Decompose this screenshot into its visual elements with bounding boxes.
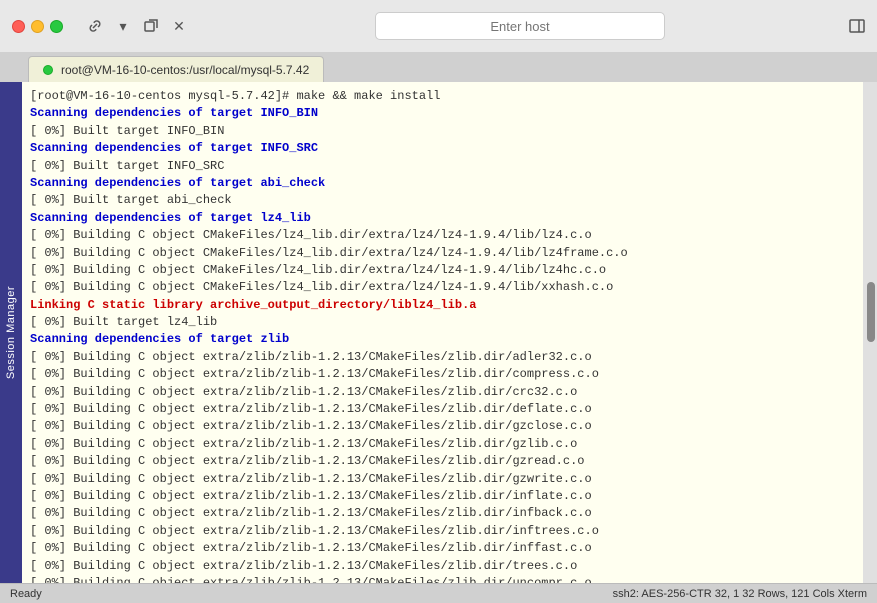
terminal-line-6: Scanning dependencies of target lz4_lib — [30, 210, 855, 227]
terminal-line-15: [ 0%] Building C object extra/zlib/zlib-… — [30, 366, 855, 383]
new-window-icon[interactable] — [139, 14, 163, 38]
scrollbar-thumb[interactable] — [867, 282, 875, 342]
minimize-button[interactable] — [31, 20, 44, 33]
main-area: Session Manager [root@VM-16-10-centos my… — [0, 82, 877, 583]
terminal-line-17: [ 0%] Building C object extra/zlib/zlib-… — [30, 401, 855, 418]
terminal-line-12: [ 0%] Built target lz4_lib — [30, 314, 855, 331]
scrollbar[interactable] — [863, 82, 877, 583]
terminal-line-14: [ 0%] Building C object extra/zlib/zlib-… — [30, 349, 855, 366]
connection-status-dot — [43, 65, 53, 75]
chevron-down-icon[interactable]: ▾ — [111, 14, 135, 38]
terminal-line-22: [ 0%] Building C object extra/zlib/zlib-… — [30, 488, 855, 505]
terminal-line-26: [ 0%] Building C object extra/zlib/zlib-… — [30, 558, 855, 575]
statusbar: Ready ssh2: AES-256-CTR 32, 1 32 Rows, 1… — [0, 583, 877, 603]
session-manager-sidebar[interactable]: Session Manager — [0, 82, 22, 583]
terminal-content: [root@VM-16-10-centos mysql-5.7.42]# mak… — [30, 88, 855, 583]
status-info: ssh2: AES-256-CTR 32, 1 32 Rows, 121 Col… — [613, 588, 867, 600]
session-manager-label: Session Manager — [5, 286, 17, 379]
titlebar: ▾ ✕ — [0, 0, 877, 52]
link-icon[interactable] — [83, 14, 107, 38]
terminal-line-21: [ 0%] Building C object extra/zlib/zlib-… — [30, 471, 855, 488]
tabbar: root@VM-16-10-centos:/usr/local/mysql-5.… — [0, 52, 877, 82]
close-button[interactable] — [12, 20, 25, 33]
host-input[interactable] — [375, 12, 665, 40]
terminal-line-8: [ 0%] Building C object CMakeFiles/lz4_l… — [30, 245, 855, 262]
terminal-tab[interactable]: root@VM-16-10-centos:/usr/local/mysql-5.… — [28, 56, 324, 82]
terminal-line-5: [ 0%] Built target abi_check — [30, 192, 855, 209]
terminal-line-18: [ 0%] Building C object extra/zlib/zlib-… — [30, 418, 855, 435]
terminal-prompt-line: [root@VM-16-10-centos mysql-5.7.42]# mak… — [30, 88, 855, 105]
terminal-line-10: [ 0%] Building C object CMakeFiles/lz4_l… — [30, 279, 855, 296]
titlebar-nav-icons: ▾ ✕ — [83, 14, 191, 38]
terminal-line-27: [ 0%] Building C object extra/zlib/zlib-… — [30, 575, 855, 583]
maximize-button[interactable] — [50, 20, 63, 33]
terminal-line-9: [ 0%] Building C object CMakeFiles/lz4_l… — [30, 262, 855, 279]
terminal-line-19: [ 0%] Building C object extra/zlib/zlib-… — [30, 436, 855, 453]
terminal-line-2: Scanning dependencies of target INFO_SRC — [30, 140, 855, 157]
terminal-line-16: [ 0%] Building C object extra/zlib/zlib-… — [30, 384, 855, 401]
terminal-line-25: [ 0%] Building C object extra/zlib/zlib-… — [30, 540, 855, 557]
terminal-line-24: [ 0%] Building C object extra/zlib/zlib-… — [30, 523, 855, 540]
tab-label: root@VM-16-10-centos:/usr/local/mysql-5.… — [61, 63, 309, 77]
terminal-line-23: [ 0%] Building C object extra/zlib/zlib-… — [30, 505, 855, 522]
terminal[interactable]: [root@VM-16-10-centos mysql-5.7.42]# mak… — [22, 82, 863, 583]
host-input-area — [199, 12, 841, 40]
status-ready: Ready — [10, 588, 42, 600]
traffic-lights — [12, 20, 63, 33]
terminal-line-7: [ 0%] Building C object CMakeFiles/lz4_l… — [30, 227, 855, 244]
terminal-line-1: [ 0%] Built target INFO_BIN — [30, 123, 855, 140]
sidebar-toggle[interactable] — [849, 18, 865, 34]
terminal-line-11: Linking C static library archive_output_… — [30, 297, 855, 314]
terminal-line-3: [ 0%] Built target INFO_SRC — [30, 158, 855, 175]
terminal-line-13: Scanning dependencies of target zlib — [30, 331, 855, 348]
close-icon[interactable]: ✕ — [167, 14, 191, 38]
terminal-line-4: Scanning dependencies of target abi_chec… — [30, 175, 855, 192]
terminal-line-20: [ 0%] Building C object extra/zlib/zlib-… — [30, 453, 855, 470]
terminal-line-0: Scanning dependencies of target INFO_BIN — [30, 105, 855, 122]
